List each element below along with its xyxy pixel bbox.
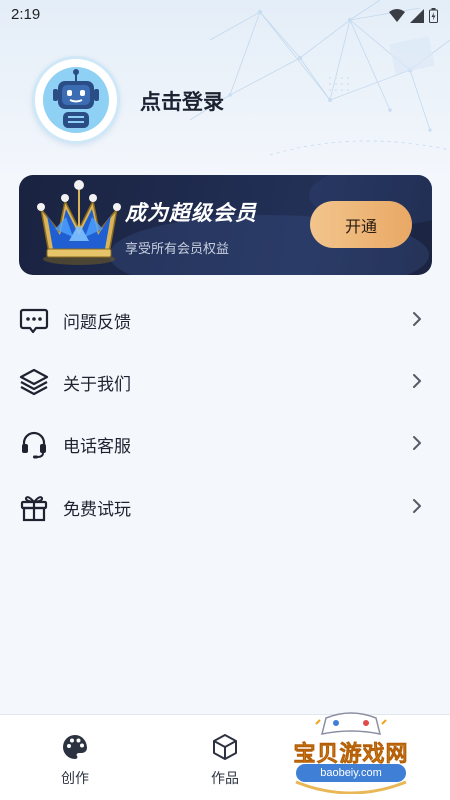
crown-icon: [37, 180, 121, 265]
feedback-icon: [19, 308, 49, 334]
watermark-logo: 宝贝游戏网 baobeiy.com: [276, 704, 426, 794]
login-link[interactable]: 点击登录: [140, 86, 224, 116]
chevron-right-icon: [413, 436, 421, 450]
menu-item-customer-service[interactable]: 电话客服: [0, 412, 450, 474]
vip-subtitle: 享受所有会员权益: [125, 241, 230, 256]
nav-item-create[interactable]: 创作: [0, 715, 150, 800]
chevron-right-icon: [413, 499, 421, 513]
status-bar: 2:19: [0, 0, 450, 32]
menu-item-about[interactable]: 关于我们: [0, 350, 450, 412]
avatar[interactable]: [32, 56, 120, 144]
vip-activate-button[interactable]: 开通: [310, 201, 412, 248]
nav-label: 创作: [61, 770, 89, 786]
signal-icon: [410, 8, 424, 23]
menu-item-label: 关于我们: [63, 375, 131, 394]
menu-item-label: 问题反馈: [63, 313, 131, 332]
vip-title: 成为超级会员: [125, 202, 257, 225]
menu-item-label: 电话客服: [63, 437, 131, 456]
menu-item-feedback[interactable]: 问题反馈: [0, 288, 450, 350]
robot-icon: [43, 67, 109, 133]
cube-icon: [213, 734, 237, 760]
chevron-right-icon: [413, 312, 421, 326]
battery-icon: [429, 8, 438, 23]
chevron-right-icon: [413, 374, 421, 388]
status-time: 2:19: [11, 6, 41, 23]
screen: 2:19 点击登录 成为超级会员 享受所有会员权益 开通 问题反馈 关于我们 电…: [0, 0, 450, 800]
wifi-icon: [389, 8, 405, 22]
palette-icon: [63, 735, 87, 759]
menu-item-label: 免费试玩: [63, 500, 131, 519]
headset-icon: [22, 431, 46, 459]
status-icons: [389, 8, 438, 23]
watermark-url: baobeiy.com: [296, 764, 406, 782]
layers-icon: [19, 368, 49, 396]
menu-item-free-trial[interactable]: 免费试玩: [0, 475, 450, 537]
gift-icon: [20, 496, 48, 522]
